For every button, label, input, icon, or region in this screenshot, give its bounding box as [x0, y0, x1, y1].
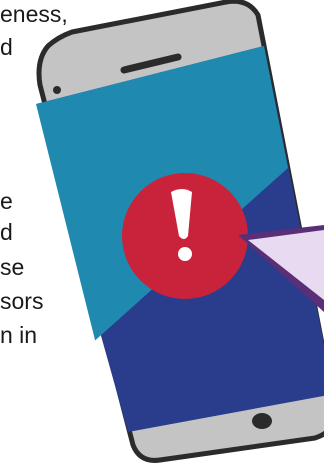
page: eness, d e d se sors n in	[0, 0, 324, 475]
home-button	[252, 413, 272, 429]
exclamation-icon	[122, 173, 248, 299]
camera-dot	[53, 86, 61, 94]
phone-alert-illustration	[36, 0, 324, 463]
